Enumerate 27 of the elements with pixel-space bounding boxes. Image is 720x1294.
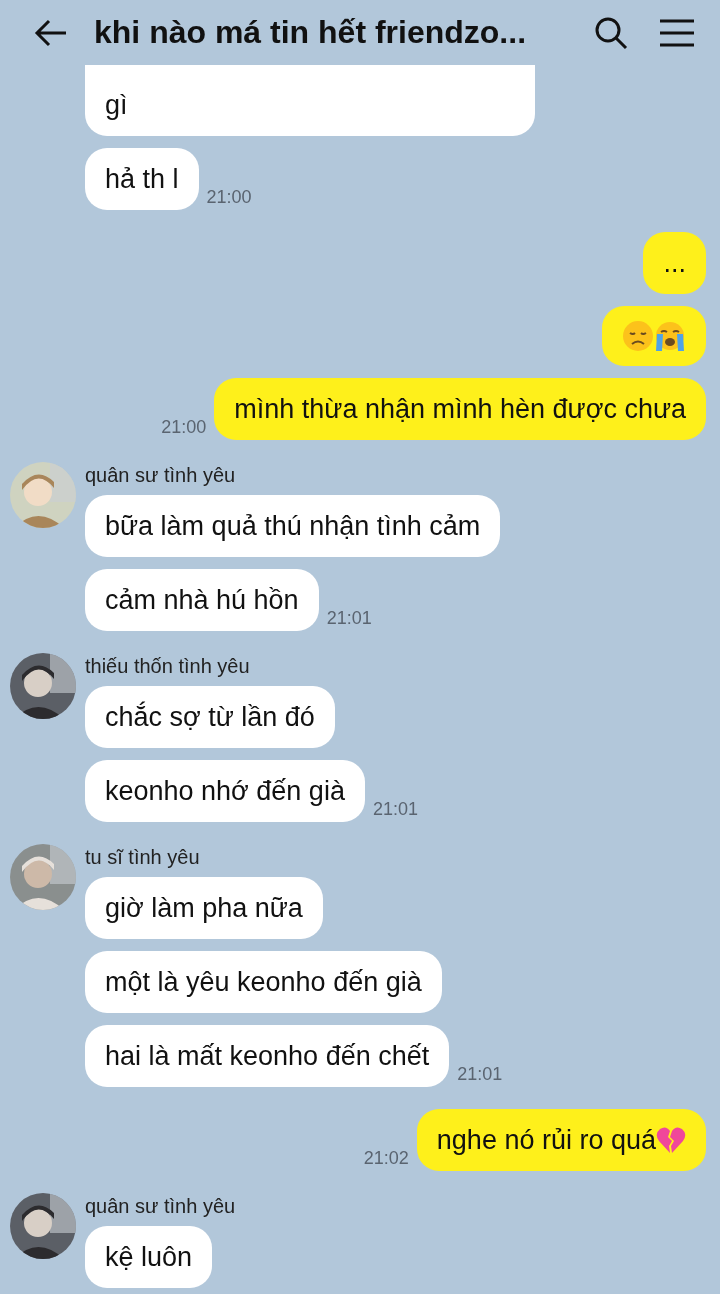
message-bubble: một là yêu keonho đến già <box>85 951 442 1013</box>
message-time: 21:01 <box>326 608 372 629</box>
message-bubble: bữa làm quả thú nhận tình cảm <box>85 495 501 557</box>
message-time: 21:00 <box>206 187 252 208</box>
message-bubble: chắc sợ từ lần đó <box>85 686 335 748</box>
message-time: 21:01 <box>457 1064 503 1085</box>
sad-face-icon <box>622 320 654 352</box>
broken-heart-icon <box>656 1126 686 1154</box>
message-time: 21:01 <box>372 799 418 820</box>
sender-name: quân sư tình yêu <box>85 464 236 487</box>
message-bubble: gì <box>85 65 535 136</box>
message-bubble: giờ làm pha nữa <box>85 877 323 939</box>
sender-name: thiếu thốn tình yêu <box>85 655 250 678</box>
message-bubble: mình thừa nhận mình hèn được chưa <box>214 378 706 440</box>
chat-title: khi nào má tin hết friendzo... <box>94 14 528 51</box>
message-text: nghe nó rủi ro quá <box>436 1124 656 1157</box>
message-bubble: cảm nhà hú hồn <box>85 569 319 631</box>
crying-face-icon <box>654 320 686 352</box>
sender-name: tu sĩ tình yêu <box>85 846 200 869</box>
message-bubble: hai là mất keonho đến chết <box>85 1025 450 1087</box>
message-time: 21:00 <box>161 417 207 438</box>
message-time: 21:02 <box>363 1148 409 1169</box>
message-bubble: kệ luôn <box>85 1226 213 1288</box>
message-bubble: keonho nhớ đến già <box>85 760 365 822</box>
message-bubble: ... <box>643 232 706 294</box>
message-bubble: hả th l <box>85 148 199 210</box>
sender-name: quân sư tình yêu <box>85 1195 236 1218</box>
